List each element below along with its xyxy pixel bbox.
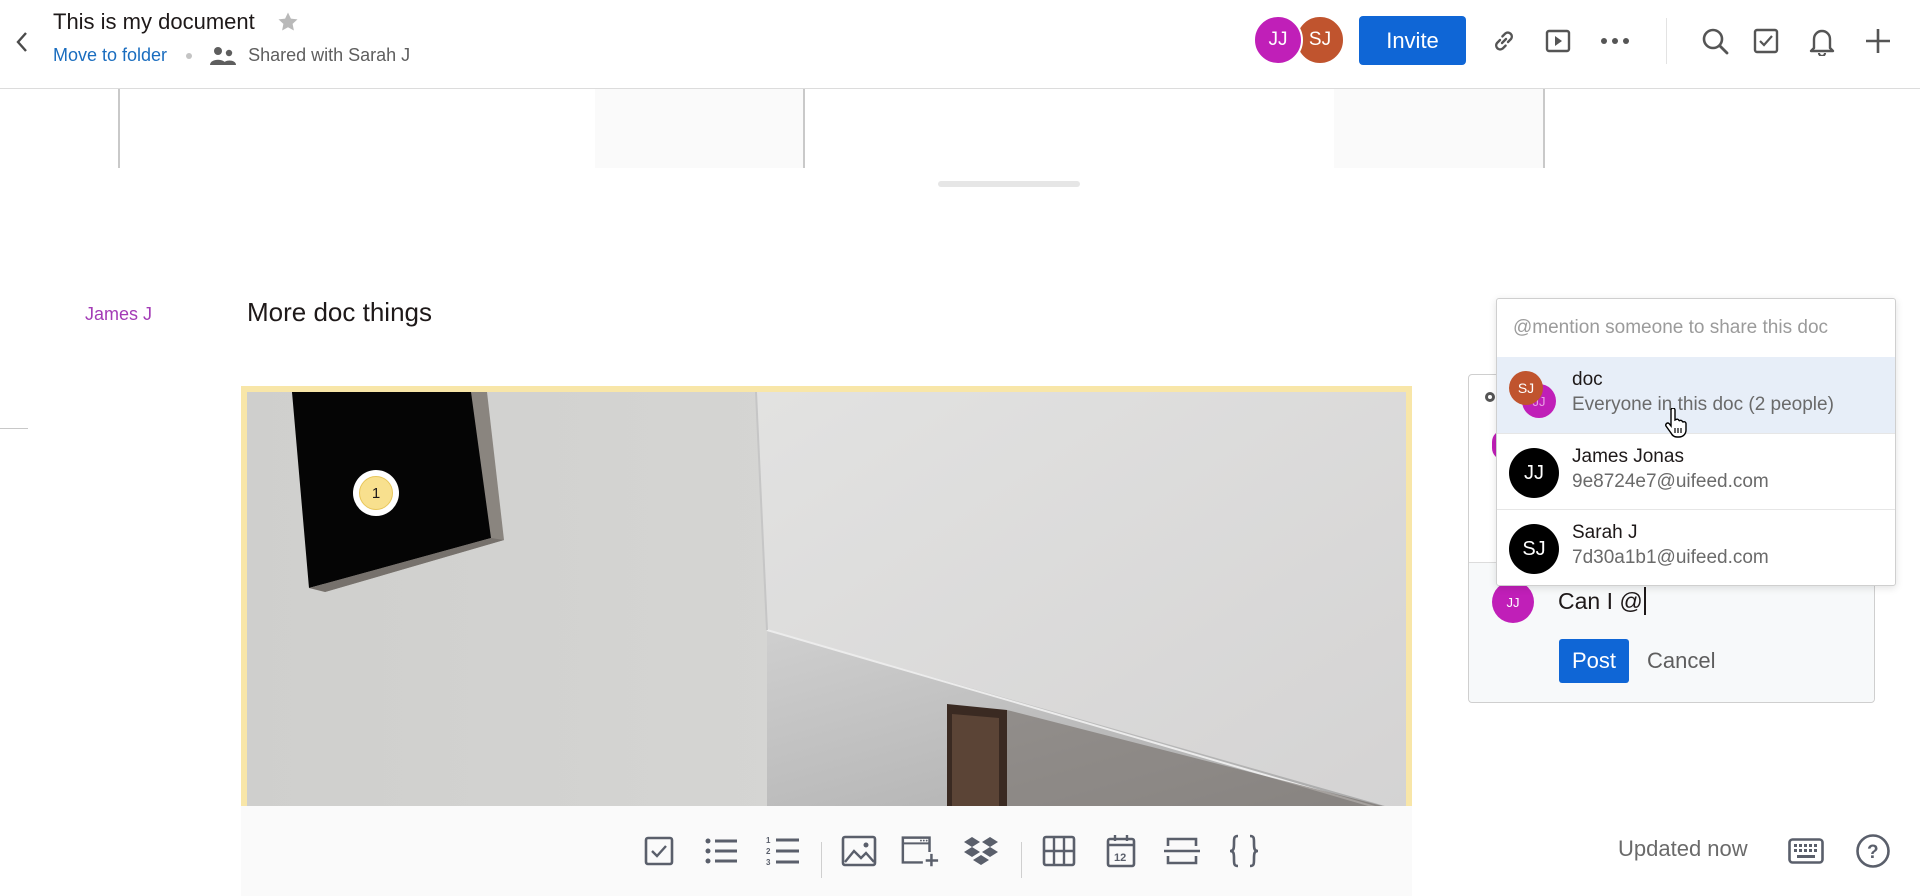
table-cell	[595, 89, 803, 168]
insert-divider-button[interactable]	[1162, 831, 1202, 871]
cancel-button[interactable]: Cancel	[1647, 639, 1715, 683]
table-icon	[1042, 835, 1076, 867]
avatar-primary: SJ	[1509, 371, 1543, 405]
move-to-folder-link[interactable]: Move to folder	[53, 45, 167, 66]
avatar: JJ	[1509, 448, 1559, 498]
insert-date-button[interactable]: 12	[1101, 831, 1141, 871]
document-subline: Move to folder Shared with Sarah J	[53, 45, 410, 66]
link-icon	[1495, 31, 1513, 51]
pointer-hand-cursor	[1665, 408, 1687, 438]
save-status: Updated now	[1618, 836, 1748, 861]
option-detail: Everyone in this doc (2 people)	[1572, 394, 1834, 415]
notifications-button[interactable]	[1806, 25, 1838, 57]
avatar: SJ	[1509, 524, 1559, 574]
invite-button[interactable]: Invite	[1359, 16, 1466, 65]
insert-toolbar: 123 12	[241, 806, 1412, 896]
insert-table-button[interactable]	[1039, 831, 1079, 871]
svg-text:2: 2	[766, 847, 771, 856]
document-image[interactable]	[241, 386, 1412, 806]
composer-avatar: JJ	[1492, 581, 1534, 623]
option-detail: 7d30a1b1@uifeed.com	[1572, 547, 1769, 568]
toolbar-separator	[821, 842, 822, 878]
top-bar: This is my document Move to folder Share…	[0, 0, 1920, 89]
insert-numbered-list-button[interactable]: 1 2 3	[763, 831, 803, 871]
header-divider	[1666, 18, 1667, 64]
search-button[interactable]	[1699, 25, 1731, 57]
back-button[interactable]	[10, 26, 34, 58]
mention-option-james-jonas[interactable]: JJ James Jonas 9e8724e7@uifeed.com	[1497, 433, 1895, 509]
checkbox-icon	[1753, 28, 1779, 54]
svg-text:1: 1	[766, 836, 771, 845]
architecture-photo	[247, 392, 1406, 806]
shared-with-label[interactable]: Shared with Sarah J	[248, 45, 410, 66]
bell-icon	[1809, 29, 1835, 56]
option-name: Sarah J	[1572, 522, 1638, 543]
post-button[interactable]: Post	[1559, 639, 1629, 683]
create-button[interactable]	[1862, 25, 1894, 57]
section-author: James J	[85, 304, 153, 324]
collaborator-avatars[interactable]: JJ SJ	[1253, 15, 1349, 65]
svg-text:3: 3	[766, 858, 771, 867]
keyboard-icon	[1788, 838, 1824, 864]
mention-option-everyone[interactable]: JJ SJ doc Everyone in this doc (2 people…	[1497, 357, 1895, 433]
comment-input[interactable]: Can I @	[1558, 584, 1858, 618]
table-border	[118, 89, 120, 168]
option-name: doc	[1572, 369, 1603, 390]
plus-icon	[1866, 29, 1890, 53]
annotation-pin[interactable]: 1	[353, 470, 399, 516]
separator-dot	[186, 52, 193, 59]
margin-marker	[0, 428, 28, 429]
star-icon[interactable]	[276, 10, 300, 34]
svg-text:?: ?	[1867, 842, 1879, 863]
document-title[interactable]: This is my document	[53, 9, 255, 35]
section-heading[interactable]: More doc things	[247, 297, 432, 328]
group-avatar: JJ SJ	[1509, 371, 1559, 421]
comment-input-text: Can I @	[1558, 587, 1643, 614]
svg-text:12: 12	[1114, 852, 1126, 864]
play-box-icon	[1545, 29, 1571, 53]
numbered-list-icon: 1 2 3	[766, 836, 799, 867]
option-detail: 9e8724e7@uifeed.com	[1572, 471, 1769, 492]
insert-bulleted-list-button[interactable]	[701, 831, 741, 871]
bulleted-list-icon	[705, 838, 737, 864]
people-icon	[210, 46, 237, 65]
dropbox-icon	[964, 837, 998, 865]
insert-code-block-button[interactable]	[1224, 831, 1264, 871]
help-circle-icon: ?	[1856, 834, 1890, 868]
insert-image-button[interactable]	[839, 831, 879, 871]
table-block-bottom	[0, 89, 1920, 168]
table-cell	[1334, 89, 1543, 168]
option-name: James Jonas	[1572, 446, 1684, 467]
image-icon	[841, 835, 877, 867]
copy-link-button[interactable]	[1488, 25, 1520, 57]
text-caret	[1643, 587, 1646, 615]
comment-thread-icon	[1485, 392, 1495, 402]
calendar-icon: 12	[1106, 835, 1136, 868]
help-button[interactable]: ?	[1853, 831, 1893, 871]
divider-icon	[1164, 837, 1200, 865]
insert-checklist-button[interactable]	[639, 831, 679, 871]
toolbar-separator	[1021, 842, 1022, 878]
table-border	[803, 89, 805, 168]
insert-embed-button[interactable]	[900, 831, 940, 871]
table-border	[1543, 89, 1545, 168]
more-options-button[interactable]	[1599, 25, 1631, 57]
present-button[interactable]	[1542, 25, 1574, 57]
insert-dropbox-file-button[interactable]	[961, 831, 1001, 871]
checklist-icon	[644, 836, 674, 866]
tasks-button[interactable]	[1750, 25, 1782, 57]
mention-option-sarah-j[interactable]: SJ Sarah J 7d30a1b1@uifeed.com	[1497, 509, 1895, 585]
code-braces-icon	[1229, 834, 1259, 868]
mention-dropdown: @mention someone to share this doc JJ SJ…	[1496, 298, 1896, 586]
more-horizontal-icon	[1601, 38, 1629, 44]
keyboard-shortcuts-button[interactable]	[1786, 831, 1826, 871]
avatar-jj[interactable]: JJ	[1253, 15, 1303, 65]
chevron-left-icon	[16, 32, 27, 52]
embed-icon	[901, 836, 939, 867]
mention-hint: @mention someone to share this doc	[1513, 317, 1829, 338]
search-icon	[1702, 28, 1729, 55]
annotation-number: 1	[359, 476, 393, 510]
table-scroll-handle[interactable]	[938, 181, 1080, 187]
